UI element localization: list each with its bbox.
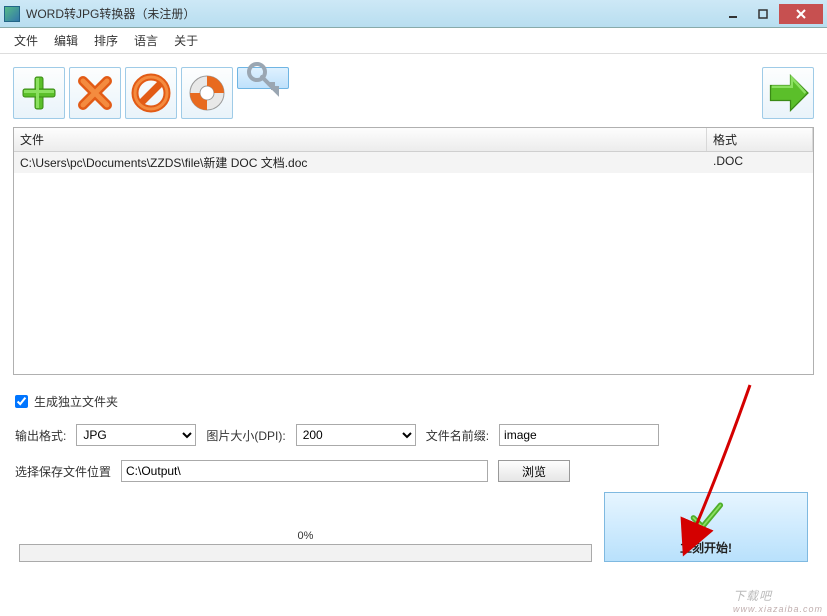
go-button[interactable] (762, 67, 814, 119)
toolbar-left (13, 67, 289, 119)
menu-language[interactable]: 语言 (134, 32, 158, 49)
file-list[interactable]: 文件 格式 C:\Users\pc\Documents\ZZDS\file\新建… (13, 127, 814, 375)
independent-folder-row: 生成独立文件夹 (15, 393, 812, 410)
save-location-label: 选择保存文件位置 (15, 463, 111, 480)
save-location-row: 选择保存文件位置 浏览 (15, 460, 812, 482)
bottom-area: 0% 立刻开始! (19, 492, 808, 562)
progress-text: 0% (19, 530, 592, 542)
menu-file[interactable]: 文件 (14, 32, 38, 49)
close-icon (796, 9, 806, 19)
maximize-icon (758, 9, 768, 19)
start-label: 立刻开始! (680, 539, 732, 556)
progress-wrap: 0% (19, 530, 592, 562)
dpi-select[interactable]: 200 (296, 424, 416, 446)
register-button[interactable] (237, 67, 289, 89)
menu-sort[interactable]: 排序 (94, 32, 118, 49)
output-format-select[interactable]: JPG (76, 424, 196, 446)
checkmark-icon (688, 498, 724, 537)
browse-button[interactable]: 浏览 (498, 460, 570, 482)
col-format[interactable]: 格式 (707, 128, 813, 151)
window-title: WORD转JPG转换器（未注册） (26, 5, 717, 22)
options-panel: 生成独立文件夹 输出格式: JPG 图片大小(DPI): 200 文件名前缀: … (15, 393, 812, 562)
key-icon (243, 58, 283, 98)
add-button[interactable] (13, 67, 65, 119)
remove-button[interactable] (69, 67, 121, 119)
format-row: 输出格式: JPG 图片大小(DPI): 200 文件名前缀: (15, 424, 812, 446)
menu-edit[interactable]: 编辑 (54, 32, 78, 49)
independent-folder-label: 生成独立文件夹 (34, 393, 118, 410)
minimize-button[interactable] (719, 4, 747, 24)
prefix-label: 文件名前缀: (426, 427, 489, 444)
save-location-input[interactable] (121, 460, 488, 482)
minimize-icon (728, 9, 738, 19)
toolbar (13, 67, 814, 119)
cell-format: .DOC (707, 152, 813, 173)
menu-about[interactable]: 关于 (174, 32, 198, 49)
dpi-label: 图片大小(DPI): (206, 427, 285, 444)
progress-bar (19, 544, 592, 562)
list-header: 文件 格式 (14, 128, 813, 152)
x-icon (75, 73, 115, 113)
titlebar: WORD转JPG转换器（未注册） (0, 0, 827, 28)
lifebuoy-icon (187, 73, 227, 113)
app-icon (4, 6, 20, 22)
table-row[interactable]: C:\Users\pc\Documents\ZZDS\file\新建 DOC 文… (14, 152, 813, 173)
watermark: 下载吧 www.xiazaiba.com (733, 587, 823, 614)
output-format-label: 输出格式: (15, 427, 66, 444)
maximize-button[interactable] (749, 4, 777, 24)
no-entry-icon (131, 73, 171, 113)
watermark-url: www.xiazaiba.com (733, 604, 823, 614)
plus-icon (19, 73, 59, 113)
prefix-input[interactable] (499, 424, 659, 446)
menubar: 文件 编辑 排序 语言 关于 (0, 28, 827, 54)
start-button[interactable]: 立刻开始! (604, 492, 808, 562)
help-button[interactable] (181, 67, 233, 119)
col-file[interactable]: 文件 (14, 128, 707, 151)
watermark-text: 下载吧 (733, 589, 772, 603)
independent-folder-checkbox[interactable] (15, 395, 28, 408)
clear-button[interactable] (125, 67, 177, 119)
close-button[interactable] (779, 4, 823, 24)
cell-file: C:\Users\pc\Documents\ZZDS\file\新建 DOC 文… (14, 152, 707, 173)
arrow-right-icon (763, 68, 813, 118)
content-area: 文件 格式 C:\Users\pc\Documents\ZZDS\file\新建… (0, 54, 827, 573)
